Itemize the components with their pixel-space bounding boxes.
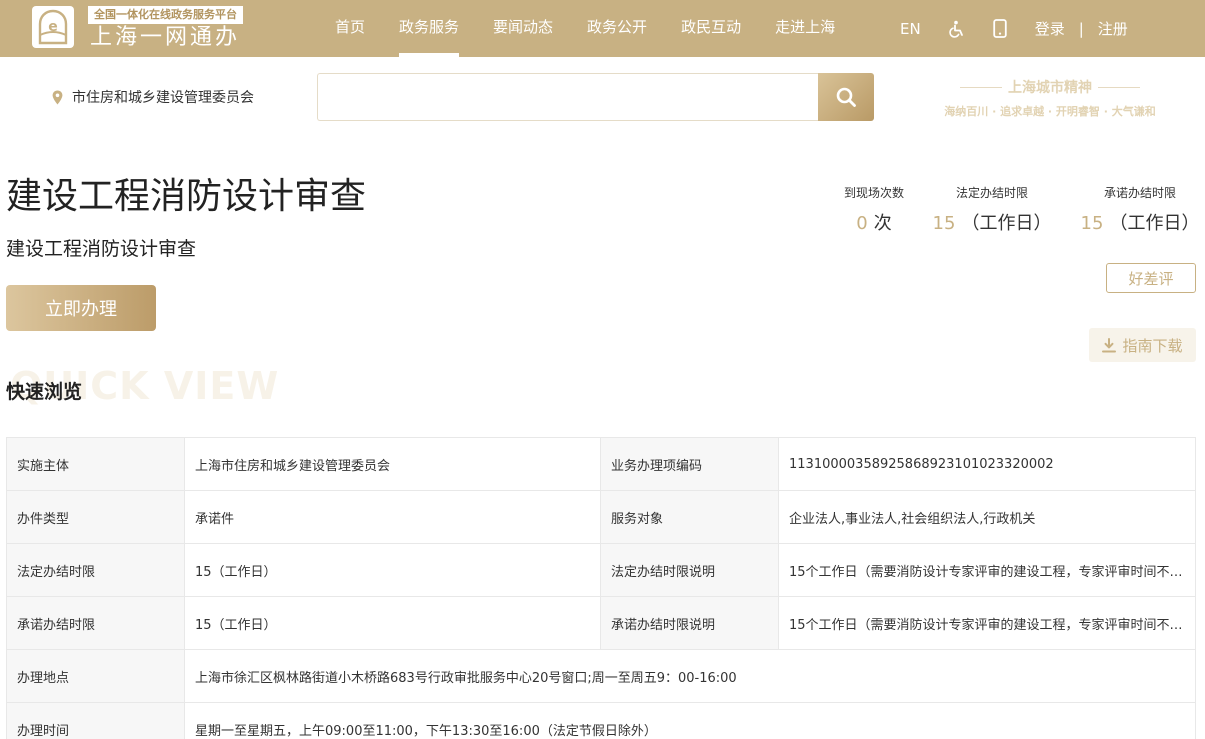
nav-news[interactable]: 要闻动态 (476, 0, 570, 57)
table-row: 办理地点 上海市徐汇区枫林路街道小木桥路683号行政审批服务中心20号窗口;周一… (6, 649, 1196, 703)
guide-download-label: 指南下载 (1122, 336, 1183, 355)
accessibility-icon[interactable] (947, 20, 965, 38)
table-row: 法定办结时限 15（工作日） 法定办结时限说明 15个工作日（需要消防设计专家评… (6, 543, 1196, 597)
stat-number: 0 (856, 213, 868, 234)
register-link[interactable]: 注册 (1098, 18, 1128, 39)
stat-label: 法定办结时限 (955, 186, 1028, 200)
table-label: 法定办结时限 (6, 543, 185, 597)
table-value: 企业法人,事业法人,社会组织法人,行政机关 (778, 490, 1196, 544)
quick-view-title: 快速浏览 (6, 381, 83, 403)
logo-tagline: 全国一体化在线政务服务平台 (88, 6, 243, 24)
logo-icon[interactable]: e (32, 6, 74, 48)
stat-onsite-visits: 到现场次数 0次 (838, 184, 910, 235)
table-label: 实施主体 (6, 437, 185, 491)
table-label: 承诺办结时限 (6, 596, 185, 650)
search-icon (835, 86, 857, 108)
header-actions: EN 登录 | 注册 (900, 0, 1128, 57)
table-label: 办件类型 (6, 490, 185, 544)
search-button[interactable] (818, 73, 874, 121)
table-label: 服务对象 (600, 490, 779, 544)
page-subtitle: 建设工程消防设计审查 (6, 238, 197, 260)
table-label: 法定办结时限说明 (600, 543, 779, 597)
table-value[interactable]: 15个工作日（需要消防设计专家评审的建设工程，专家评审时间不计入审查时限） (778, 596, 1196, 650)
table-row: 办理时间 星期一至星期五，上午09:00至11:00，下午13:30至16:00… (6, 702, 1196, 739)
table-value: 星期一至星期五，上午09:00至11:00，下午13:30至16:00（法定节假… (184, 702, 1196, 739)
stat-promised-time-limit: 承诺办结时限 15 （工作日） (1076, 184, 1204, 235)
rating-button[interactable]: 好差评 (1106, 263, 1196, 293)
nav-about-shanghai[interactable]: 走进上海 (758, 0, 852, 57)
table-value[interactable]: 15个工作日（需要消防设计专家评审的建设工程，专家评审时间不计入审查时限） (778, 543, 1196, 597)
table-value: 承诺件 (184, 490, 601, 544)
spirit-title: 上海城市精神 (1008, 80, 1092, 96)
table-value: 上海市住房和城乡建设管理委员会 (184, 437, 601, 491)
table-row: 实施主体 上海市住房和城乡建设管理委员会 业务办理项编码 11310000358… (6, 437, 1196, 491)
stat-unit: （工作日） (1109, 213, 1200, 234)
location-label: 市住房和城乡建设管理委员会 (72, 90, 254, 106)
nav-home[interactable]: 首页 (318, 0, 382, 57)
table-row: 承诺办结时限 15（工作日） 承诺办结时限说明 15个工作日（需要消防设计专家评… (6, 596, 1196, 650)
stat-unit: （工作日） (961, 213, 1052, 234)
table-label: 承诺办结时限说明 (600, 596, 779, 650)
search-input[interactable] (317, 73, 819, 121)
stat-number: 15 (1080, 213, 1104, 234)
spirit-subtitle: 海纳百川 · 追求卓越 · 开明睿智 · 大气谦和 (944, 105, 1156, 118)
table-value: 15（工作日） (184, 596, 601, 650)
location-selector[interactable]: 市住房和城乡建设管理委员会 (52, 87, 254, 107)
spirit-line-right (1098, 86, 1140, 88)
language-switch[interactable]: EN (900, 20, 921, 38)
nav-government-services[interactable]: 政务服务 (382, 0, 476, 57)
city-spirit: 上海城市精神 海纳百川 · 追求卓越 · 开明睿智 · 大气谦和 (930, 77, 1170, 119)
login-separator: | (1078, 19, 1084, 38)
location-pin-icon (52, 90, 63, 105)
svg-text:e: e (48, 19, 58, 35)
page-title: 建设工程消防设计审查 (6, 176, 367, 217)
logo-title[interactable]: 上海一网通办 (90, 24, 240, 52)
table-row: 办件类型 承诺件 服务对象 企业法人,事业法人,社会组织法人,行政机关 (6, 490, 1196, 544)
stat-number: 15 (932, 213, 956, 234)
guide-download-button[interactable]: 指南下载 (1089, 328, 1196, 362)
nav-interaction[interactable]: 政民互动 (664, 0, 758, 57)
mobile-icon[interactable] (993, 19, 1007, 38)
table-value: 15（工作日） (184, 543, 601, 597)
main-nav: 首页 政务服务 要闻动态 政务公开 政民互动 走进上海 (318, 0, 852, 57)
login-link[interactable]: 登录 (1035, 18, 1065, 39)
table-value: 11310000358925868923101023320002 (778, 437, 1196, 491)
apply-now-button[interactable]: 立即办理 (6, 285, 156, 331)
stat-label: 到现场次数 (843, 186, 904, 200)
download-icon (1102, 337, 1117, 353)
stat-label: 承诺办结时限 (1103, 186, 1176, 200)
stat-legal-time-limit: 法定办结时限 15 （工作日） (928, 184, 1056, 235)
spirit-line-left (960, 86, 1002, 88)
table-label: 业务办理项编码 (600, 437, 779, 491)
table-label: 办理地点 (6, 649, 185, 703)
top-header: e 全国一体化在线政务服务平台 上海一网通办 首页 政务服务 要闻动态 政务公开… (0, 0, 1205, 57)
service-info-table: 实施主体 上海市住房和城乡建设管理委员会 业务办理项编码 11310000358… (6, 437, 1196, 739)
stat-unit: 次 (873, 213, 892, 234)
nav-gov-affairs[interactable]: 政务公开 (570, 0, 664, 57)
table-value: 上海市徐汇区枫林路街道小木桥路683号行政审批服务中心20号窗口;周一至周五9：… (184, 649, 1196, 703)
table-label: 办理时间 (6, 702, 185, 739)
